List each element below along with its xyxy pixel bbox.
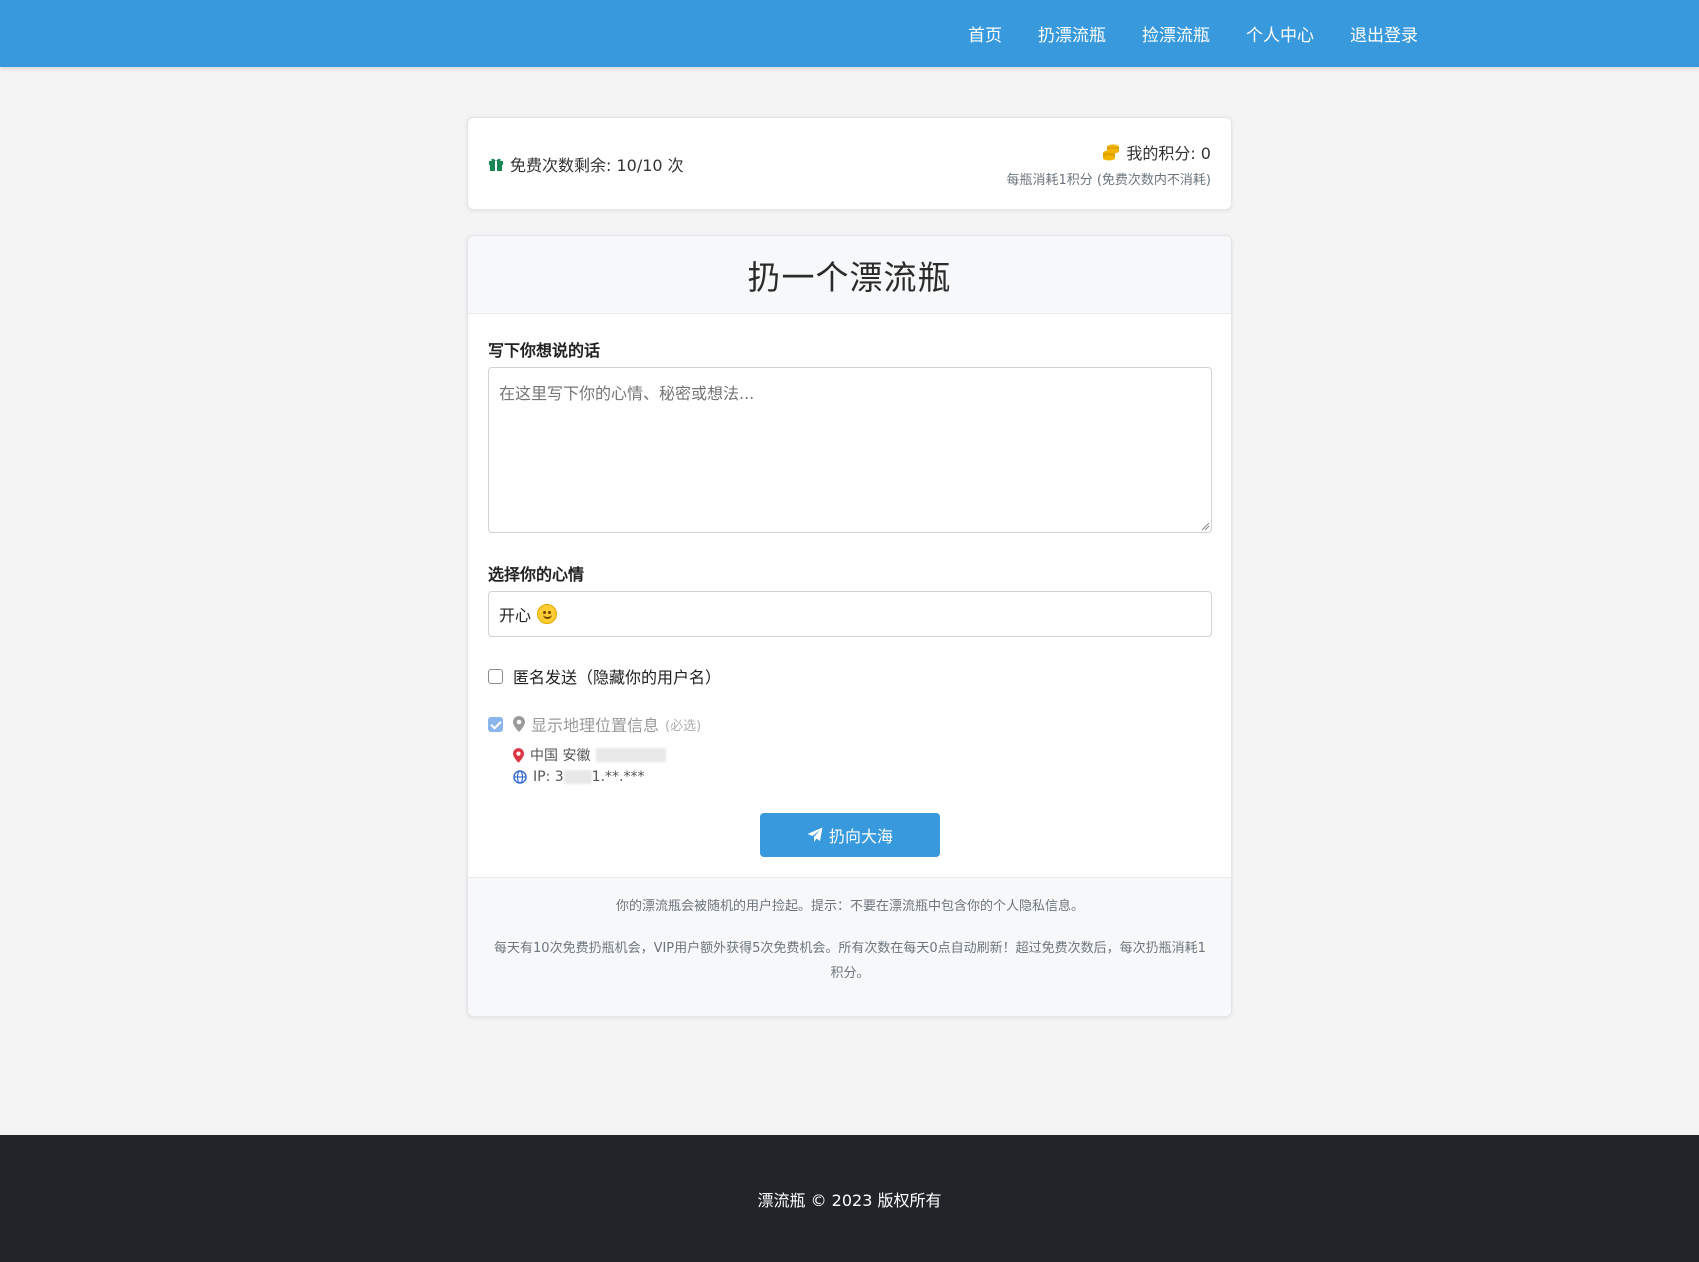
location-info: 中国 安徽 IP: 3 1.**.*** (513, 744, 667, 788)
card-footer: 你的漂流瓶会被随机的用户捡起。提示：不要在漂流瓶中包含你的个人隐私信息。 每天有… (468, 877, 1231, 1016)
ip-line: IP: 3 1.**.*** (513, 766, 666, 788)
throw-bottle-card: 扔一个漂流瓶 写下你想说的话 选择你的心情 开心 匿名发送（隐藏你的用户名） 显… (467, 235, 1232, 1017)
anonymous-checkbox[interactable] (488, 668, 503, 684)
privacy-tip: 你的漂流瓶会被随机的用户捡起。提示：不要在漂流瓶中包含你的个人隐私信息。 (615, 899, 1084, 914)
points-note: 每瓶消耗1积分 (免费次数内不消耗) (1006, 173, 1211, 188)
blurred-ip (563, 770, 592, 784)
globe-icon (513, 770, 527, 784)
nav-profile[interactable]: 个人中心 (1246, 21, 1314, 46)
location-label: 显示地理位置信息 (531, 716, 660, 735)
top-navbar: 首页 扔漂流瓶 捡漂流瓶 个人中心 退出登录 (0, 0, 1699, 67)
mood-select[interactable]: 开心 (488, 591, 1212, 637)
location-option: 显示地理位置信息 (必选) (488, 712, 701, 736)
message-label: 写下你想说的话 (488, 341, 601, 360)
points-text: 我的积分: 0 (1126, 144, 1211, 163)
blurred-city (596, 748, 667, 762)
site-footer: 漂流瓶 © 2023 版权所有 (0, 1135, 1699, 1262)
card-header: 扔一个漂流瓶 (468, 236, 1231, 314)
location-label-group: 显示地理位置信息 (必选) (513, 712, 701, 736)
location-required-note: (必选) (665, 718, 702, 734)
nav-pick-bottle[interactable]: 捡漂流瓶 (1142, 21, 1210, 46)
resize-grip-icon[interactable] (1200, 521, 1210, 531)
stats-card: 免费次数剩余: 10/10 次 我的积分: 0 每瓶消耗1积分 (免费次数内不消… (467, 117, 1232, 210)
points: 我的积分: 0 (1102, 140, 1211, 164)
smile-emoji-icon (537, 604, 558, 624)
coins-icon (1103, 144, 1120, 161)
location-pin-icon (513, 747, 524, 763)
free-rules-note: 每天有10次免费扔瓶机会，VIP用户额外获得5次免费机会。所有次数在每天0点自动… (494, 941, 1206, 981)
free-count-text: 免费次数剩余: 10/10 次 (510, 156, 684, 175)
location-checkbox (488, 716, 503, 732)
anonymous-option[interactable]: 匿名发送（隐藏你的用户名） (488, 664, 721, 688)
message-textarea[interactable] (488, 367, 1212, 533)
nav-logout[interactable]: 退出登录 (1350, 21, 1418, 46)
page-title: 扔一个漂流瓶 (747, 257, 952, 297)
location-text: 中国 安徽 (530, 748, 591, 764)
gift-icon (489, 158, 503, 171)
location-line: 中国 安徽 (513, 744, 667, 766)
paper-plane-icon (807, 827, 823, 842)
throw-to-sea-button[interactable]: 扔向大海 (760, 813, 940, 857)
anonymous-label: 匿名发送（隐藏你的用户名） (513, 668, 722, 687)
mood-label: 选择你的心情 (488, 565, 585, 584)
map-marker-icon (513, 716, 525, 732)
copyright: 漂流瓶 © 2023 版权所有 (757, 1190, 942, 1210)
free-count: 免费次数剩余: 10/10 次 (488, 152, 684, 176)
nav-home[interactable]: 首页 (968, 21, 1002, 46)
ip-suffix: 1.**.*** (591, 769, 645, 785)
nav-links: 首页 扔漂流瓶 捡漂流瓶 个人中心 退出登录 (968, 0, 1418, 67)
mood-value: 开心 (499, 606, 532, 625)
nav-throw-bottle[interactable]: 扔漂流瓶 (1038, 21, 1106, 46)
ip-prefix: IP: 3 (533, 769, 564, 785)
submit-label: 扔向大海 (828, 829, 893, 846)
